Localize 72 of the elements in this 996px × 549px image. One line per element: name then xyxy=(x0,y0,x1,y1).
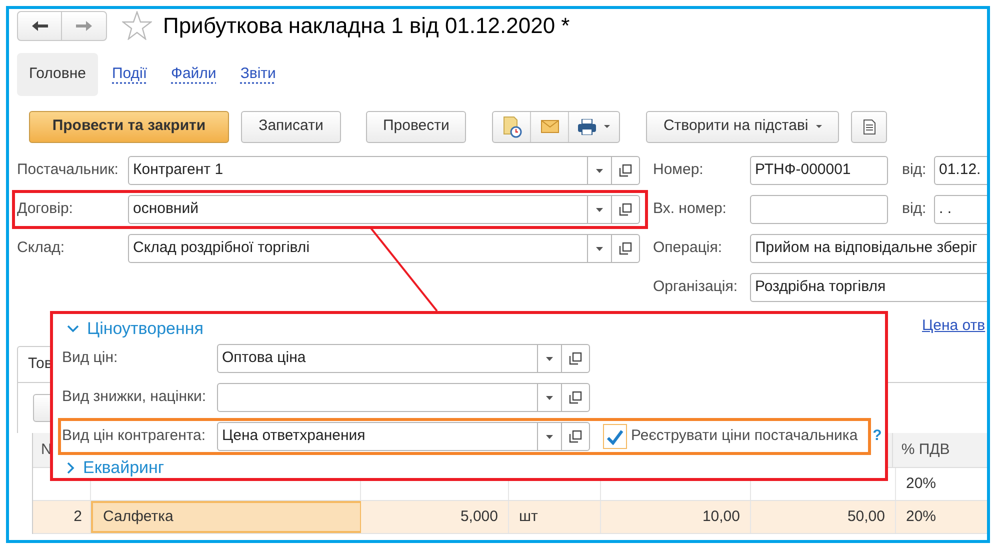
column-header: % ПДВ xyxy=(892,433,987,467)
document-icon xyxy=(862,118,876,134)
table-cell: 20% xyxy=(896,468,987,500)
open-icon xyxy=(569,352,582,365)
checkmark-icon xyxy=(606,428,624,444)
caret-icon xyxy=(816,125,822,128)
input-field[interactable]: Роздрібна торгівля xyxy=(750,273,987,302)
field-label: Операція: xyxy=(653,238,724,258)
field-label: від: xyxy=(902,199,928,220)
window-title: Прибуткова накладна 1 від 01.12.2020 * xyxy=(163,12,570,40)
open-icon xyxy=(619,203,632,216)
open-icon xyxy=(619,242,632,255)
toolbar-button-group[interactable] xyxy=(492,110,620,142)
input-field[interactable] xyxy=(750,195,888,224)
section-title[interactable]: Ціноутворення xyxy=(87,316,204,342)
input-field[interactable]: . . xyxy=(934,195,987,224)
field-label: Вх. номер: xyxy=(653,199,728,220)
create-based-on-button[interactable]: Створити на підставі xyxy=(646,110,840,142)
input-field[interactable]: Прийом на відповідальне зберіг xyxy=(750,234,987,263)
tab[interactable]: Головне xyxy=(17,53,98,96)
table-cell: 50,00 xyxy=(751,501,896,533)
input-field[interactable]: Оптова ціна xyxy=(217,344,590,373)
tab[interactable]: Звіти xyxy=(228,53,288,96)
toolbar-button[interactable]: Записати xyxy=(241,110,341,142)
table-row[interactable]: 2 Салфетка 5,000 шт 10,00 50,00 20% xyxy=(33,501,987,534)
input-field[interactable]: Контрагент 1 xyxy=(128,156,640,185)
table-cell: 5,000 xyxy=(361,501,509,533)
table-cell: Салфетка xyxy=(91,501,361,533)
open-icon xyxy=(569,391,582,404)
field-label: Договір: xyxy=(17,199,74,220)
dropdown-icon xyxy=(596,168,603,172)
field-label: Номер: xyxy=(653,160,704,180)
dropdown-icon xyxy=(546,356,553,360)
table-cell: 20% xyxy=(896,501,987,533)
post-and-close-button[interactable]: Провести та закрити xyxy=(29,110,229,142)
price-link[interactable]: Цена отв xyxy=(922,314,986,338)
input-field[interactable]: Склад роздрібної торгівлі xyxy=(128,234,640,263)
dropdown-icon xyxy=(596,246,603,250)
toolbar-button[interactable]: Провести xyxy=(366,110,466,142)
field-label: Вид знижки, націнки: xyxy=(62,387,208,408)
document-button[interactable] xyxy=(851,110,888,142)
document-clock-icon xyxy=(502,116,522,138)
dropdown-icon xyxy=(546,434,553,438)
field-label: Організація: xyxy=(653,277,739,298)
checkbox[interactable] xyxy=(603,424,627,449)
field-label: Склад: xyxy=(17,238,66,258)
input-field[interactable] xyxy=(217,383,590,412)
forward-arrow-icon xyxy=(76,20,92,32)
field-label: Постачальник: xyxy=(17,160,120,180)
caret-icon xyxy=(604,125,610,128)
envelope-icon xyxy=(540,120,559,133)
input-field[interactable]: 01.12. xyxy=(934,156,987,185)
navigation-button-group[interactable] xyxy=(17,10,107,40)
input-field[interactable]: основний xyxy=(128,195,640,224)
printer-icon xyxy=(578,118,596,134)
table-cell: шт xyxy=(509,501,601,533)
dropdown-icon xyxy=(546,396,553,400)
tab[interactable]: Файли xyxy=(159,53,228,96)
back-arrow-icon xyxy=(32,20,48,32)
table-cell: 10,00 xyxy=(601,501,751,533)
tab[interactable]: Події xyxy=(100,53,160,96)
help-link[interactable]: ? xyxy=(872,425,882,448)
field-label: Вид цін контрагента: xyxy=(62,426,207,446)
star-icon xyxy=(122,11,152,40)
input-field[interactable]: Цена ответхранения xyxy=(217,422,590,451)
open-icon xyxy=(619,164,632,177)
input-field[interactable]: РТНФ-000001 xyxy=(750,156,888,185)
field-label: Вид цін: xyxy=(62,348,119,368)
open-icon xyxy=(569,430,582,443)
field-label: від: xyxy=(902,160,928,180)
checkbox-label: Реєструвати ціни постачальника xyxy=(631,426,858,446)
dropdown-icon xyxy=(596,208,603,212)
